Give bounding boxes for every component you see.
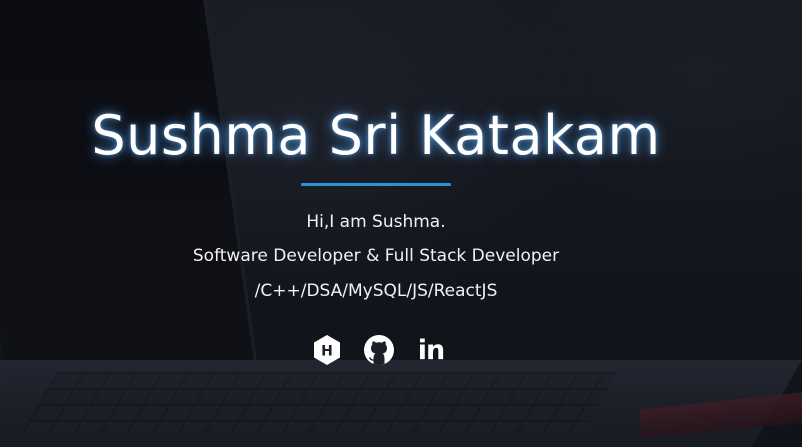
hero-greeting: Hi,I am Sushma. bbox=[306, 212, 446, 232]
hero-name: Sushma Sri Katakam bbox=[91, 104, 661, 167]
github-link[interactable] bbox=[362, 333, 396, 367]
hero-skills: /C++/DSA/MySQL/JS/ReactJS bbox=[254, 281, 498, 301]
title-divider bbox=[301, 183, 451, 186]
hero-section: Sushma Sri Katakam Hi,I am Sushma. Softw… bbox=[0, 0, 802, 447]
linkedin-icon: in bbox=[417, 334, 446, 366]
social-links: H in bbox=[310, 333, 450, 367]
hackerrank-icon: H bbox=[314, 335, 340, 365]
linkedin-link[interactable]: in bbox=[414, 333, 448, 367]
hero-role: Software Developer & Full Stack Develope… bbox=[192, 246, 560, 266]
hero-content: Sushma Sri Katakam Hi,I am Sushma. Softw… bbox=[0, 0, 802, 447]
github-icon bbox=[364, 335, 394, 365]
hackerrank-link[interactable]: H bbox=[310, 333, 344, 367]
svg-text:H: H bbox=[321, 344, 333, 360]
